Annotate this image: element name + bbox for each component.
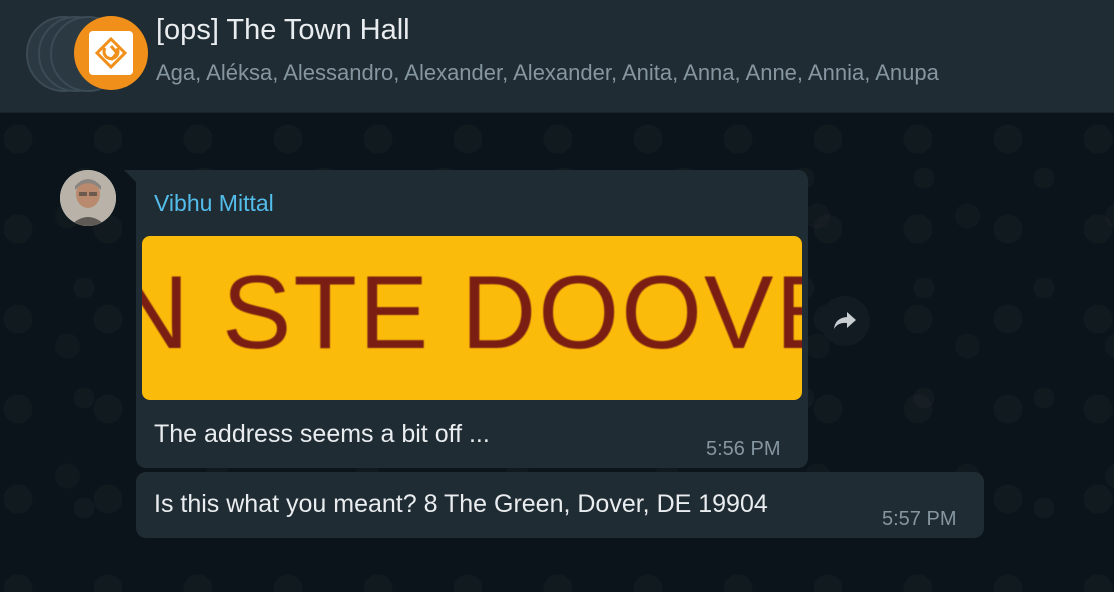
message-text: Is this what you meant? 8 The Green, Dov… bbox=[154, 490, 768, 518]
message-bubble[interactable]: Vibhu Mittal N STE DOOVER The address se… bbox=[124, 170, 808, 468]
message-bubble[interactable]: Is this what you meant? 8 The Green, Dov… bbox=[136, 472, 984, 538]
sender-avatar[interactable] bbox=[60, 170, 116, 226]
image-text: N STE DOOVER bbox=[142, 255, 802, 371]
message-text: The address seems a bit off ... bbox=[154, 420, 490, 448]
forward-icon bbox=[834, 312, 856, 329]
chat-header[interactable]: [ops] The Town Hall Aga, Aléksa, Alessan… bbox=[0, 0, 1114, 113]
message-time: 5:57 PM bbox=[882, 508, 957, 530]
forward-button[interactable] bbox=[820, 296, 870, 346]
message-time: 5:56 PM bbox=[706, 438, 781, 460]
chat-title[interactable]: [ops] The Town Hall bbox=[156, 14, 410, 47]
message-image[interactable]: N STE DOOVER bbox=[142, 236, 802, 400]
group-avatar-stack[interactable] bbox=[26, 16, 148, 92]
sender-name[interactable]: Vibhu Mittal bbox=[154, 190, 274, 217]
group-logo-icon bbox=[89, 31, 133, 75]
group-avatar[interactable] bbox=[74, 16, 148, 90]
member-list[interactable]: Aga, Aléksa, Alessandro, Alexander, Alex… bbox=[156, 60, 1114, 86]
